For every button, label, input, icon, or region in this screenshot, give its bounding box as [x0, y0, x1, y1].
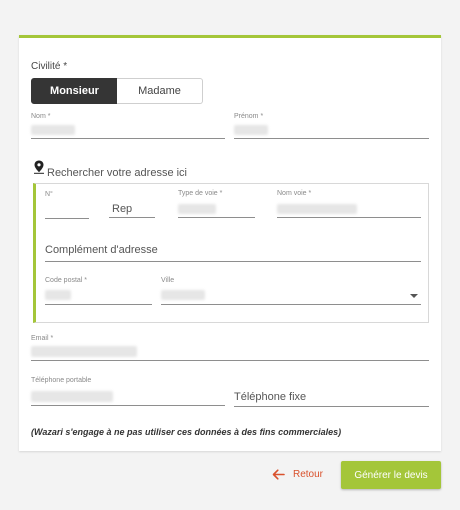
ville-select[interactable]: [161, 288, 421, 305]
nom-voie-label: Nom voie *: [277, 190, 312, 197]
code-postal-label: Code postal *: [45, 277, 88, 284]
civility-label: Civilité *: [31, 61, 68, 72]
prenom-label: Prénom *: [234, 113, 264, 120]
tel-portable-input[interactable]: [31, 388, 225, 406]
type-voie-value-redacted: [178, 204, 216, 214]
tel-fixe-input[interactable]: Téléphone fixe: [234, 391, 429, 407]
code-postal-value-redacted: [45, 290, 71, 300]
civility-madame-button[interactable]: Madame: [117, 78, 203, 104]
tel-portable-value-redacted: [31, 391, 113, 402]
tel-portable-label: Téléphone portable: [31, 377, 92, 384]
code-postal-input[interactable]: [45, 288, 152, 305]
quote-form-card: Civilité * Monsieur Madame Nom * Prénom …: [19, 35, 441, 451]
chevron-down-icon: [410, 294, 418, 298]
email-value-redacted: [31, 346, 137, 357]
back-button-label: Retour: [293, 468, 324, 480]
email-input[interactable]: [31, 344, 429, 361]
nom-value-redacted: [31, 125, 75, 135]
prenom-value-redacted: [234, 125, 268, 135]
type-voie-input[interactable]: [178, 202, 255, 218]
email-label: Email *: [31, 335, 54, 342]
address-search-input[interactable]: Rechercher votre adresse ici: [47, 167, 187, 179]
rep-select[interactable]: Rep: [109, 203, 155, 218]
nom-voie-input[interactable]: [277, 202, 421, 218]
ville-value-redacted: [161, 290, 205, 300]
nom-label: Nom *: [31, 113, 51, 120]
location-pin-icon: [33, 160, 45, 174]
privacy-disclaimer: (Wazari s'engage à ne pas utiliser ces d…: [31, 427, 342, 437]
numero-input[interactable]: [45, 204, 89, 219]
numero-label: N°: [45, 191, 53, 198]
civility-monsieur-button[interactable]: Monsieur: [31, 78, 118, 104]
nom-voie-value-redacted: [277, 204, 357, 214]
nom-input[interactable]: [31, 124, 225, 139]
generate-quote-button[interactable]: Générer le devis: [341, 461, 441, 489]
prenom-input[interactable]: [234, 124, 429, 139]
arrow-left-icon: [272, 468, 285, 480]
address-details-panel: N° Rep Type de voie * Nom voie * Complém…: [33, 183, 429, 323]
back-button[interactable]: Retour: [272, 465, 323, 483]
ville-label: Ville: [161, 277, 175, 284]
type-voie-label: Type de voie *: [178, 190, 223, 197]
complement-adresse-input[interactable]: Complément d'adresse: [45, 244, 421, 262]
